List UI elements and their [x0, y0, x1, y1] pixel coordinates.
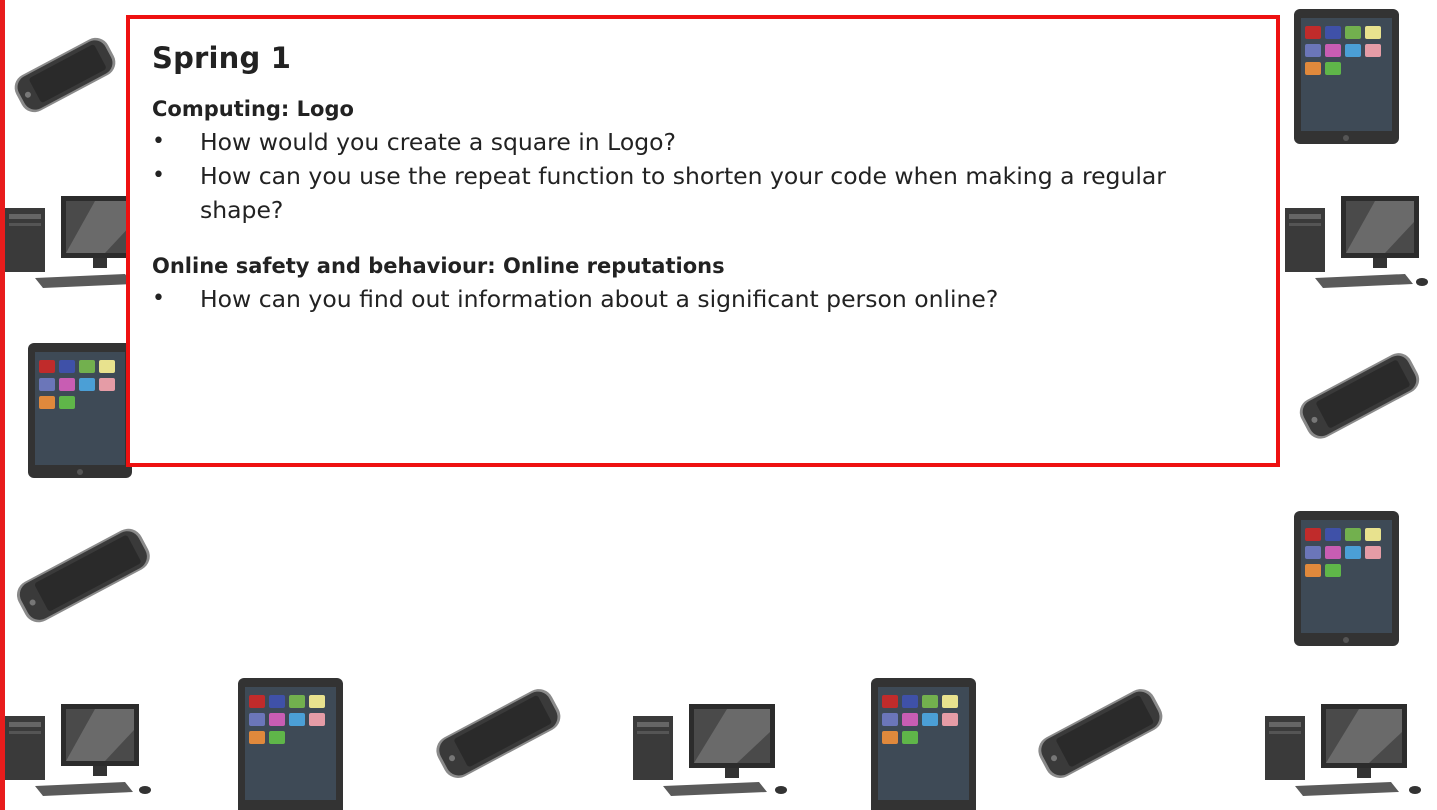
question-text: How can you find out information about a…	[200, 285, 999, 313]
desktop-computer-icon	[1265, 704, 1421, 796]
list-item: • How can you find out information about…	[152, 282, 1256, 316]
box-title: Spring 1	[152, 41, 292, 75]
tablet-icon	[28, 343, 132, 478]
list-item: • How would you create a square in Logo?	[152, 125, 1256, 159]
phone-icon	[436, 689, 561, 778]
desktop-computer-icon	[633, 704, 787, 796]
section-heading: Computing: Logo	[152, 97, 354, 121]
tablet-icon	[1294, 511, 1399, 646]
desktop-computer-icon	[5, 704, 151, 796]
bullet-icon: •	[152, 163, 165, 188]
phone-icon	[1299, 353, 1420, 439]
question-text: How would you create a square in Logo?	[200, 128, 676, 156]
list-item: • How can you use the repeat function to…	[152, 159, 1256, 227]
section-computing: Computing: Logo • How would you create a…	[152, 97, 1256, 227]
question-list: • How can you find out information about…	[152, 282, 1256, 316]
question-text: How can you use the repeat function to s…	[200, 162, 1166, 224]
spring-content-box: Spring 1 Computing: Logo • How would you…	[126, 15, 1280, 467]
tablet-icon	[1294, 9, 1399, 144]
bullet-icon: •	[152, 129, 165, 154]
section-heading: Online safety and behaviour: Online repu…	[152, 254, 725, 278]
tablet-icon	[238, 678, 343, 810]
question-list: • How would you create a square in Logo?…	[152, 125, 1256, 227]
section-online-safety: Online safety and behaviour: Online repu…	[152, 254, 1256, 316]
bullet-icon: •	[152, 286, 165, 311]
tablet-icon	[871, 678, 976, 810]
phone-icon	[16, 528, 150, 623]
phone-icon	[14, 37, 116, 113]
phone-icon	[1038, 689, 1163, 778]
desktop-computer-icon	[1285, 196, 1428, 288]
